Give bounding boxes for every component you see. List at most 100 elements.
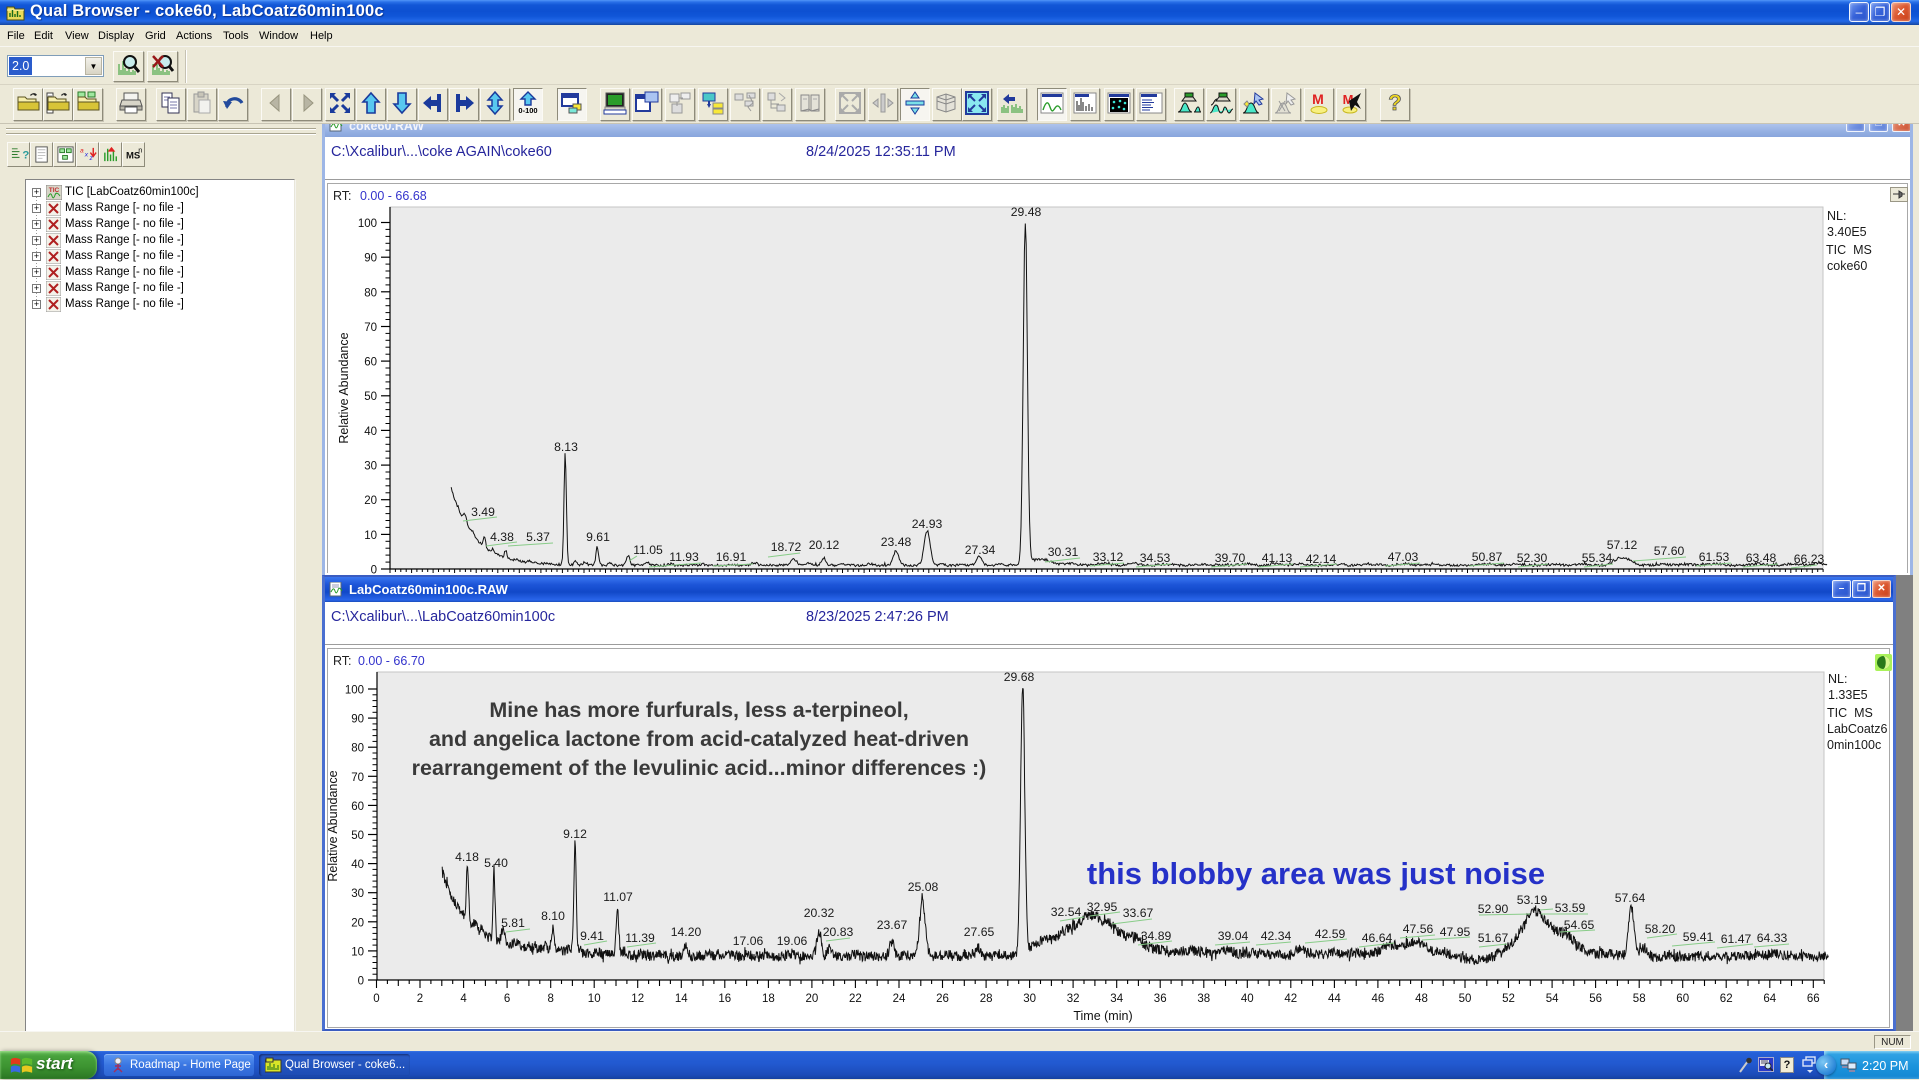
svg-text:a: a — [80, 148, 84, 155]
svg-text:40: 40 — [364, 426, 377, 438]
svg-text:6: 6 — [504, 993, 510, 1005]
svg-text:47.95: 47.95 — [1440, 925, 1471, 939]
svg-text:27.65: 27.65 — [964, 925, 995, 939]
svg-text:41.13: 41.13 — [1262, 551, 1293, 565]
svg-text:36: 36 — [1154, 993, 1167, 1005]
svg-text:0: 0 — [358, 976, 364, 988]
svg-text:24: 24 — [893, 993, 906, 1005]
svg-text:20.32: 20.32 — [804, 906, 835, 920]
svg-text:33.67: 33.67 — [1123, 906, 1154, 920]
svg-text:?: ? — [22, 149, 29, 161]
svg-text:18.72: 18.72 — [771, 540, 802, 554]
svg-text:30: 30 — [351, 888, 364, 900]
svg-text:n: n — [138, 146, 142, 155]
svg-text:TIC MS: TIC MS — [1827, 706, 1873, 720]
svg-text:1.33E5: 1.33E5 — [1828, 688, 1868, 702]
svg-text:29.48: 29.48 — [1011, 205, 1042, 219]
svg-text:0.00 - 66.70: 0.00 - 66.70 — [358, 654, 425, 668]
svg-text:55.34: 55.34 — [1582, 551, 1613, 565]
svg-text:11.39: 11.39 — [625, 931, 655, 945]
svg-text:M: M — [1312, 91, 1324, 107]
svg-text:8: 8 — [547, 993, 553, 1005]
svg-text:4.38: 4.38 — [490, 530, 514, 544]
svg-text:RT:: RT: — [333, 189, 352, 203]
svg-text:58: 58 — [1633, 993, 1646, 1005]
svg-text:?: ? — [1388, 91, 1401, 115]
svg-text:39.04: 39.04 — [1218, 929, 1249, 943]
svg-text:NL:: NL: — [1828, 672, 1847, 686]
svg-text:32.95: 32.95 — [1087, 900, 1118, 914]
svg-text:57.12: 57.12 — [1607, 538, 1638, 552]
svg-text:34.53: 34.53 — [1140, 551, 1171, 565]
svg-text:Mine has more furfurals, less: Mine has more furfurals, less a-terpineo… — [489, 698, 908, 722]
svg-text:5.37: 5.37 — [526, 530, 550, 544]
svg-text:this blobby area was just nois: this blobby area was just noise — [1087, 856, 1545, 891]
svg-text:61.47: 61.47 — [1721, 932, 1752, 946]
svg-text:11.05: 11.05 — [633, 543, 663, 557]
svg-text:100: 100 — [358, 218, 377, 230]
svg-text:57.64: 57.64 — [1615, 891, 1646, 905]
svg-text:coke60: coke60 — [1827, 259, 1867, 273]
svg-text:4: 4 — [460, 993, 467, 1005]
svg-text:26: 26 — [936, 993, 949, 1005]
svg-text:9.61: 9.61 — [586, 530, 610, 544]
svg-text:LabCoatz6: LabCoatz6 — [1827, 722, 1888, 736]
svg-text:8.13: 8.13 — [554, 440, 578, 454]
svg-text:30.31: 30.31 — [1048, 545, 1079, 559]
svg-text:0.00 - 66.68: 0.00 - 66.68 — [360, 189, 427, 203]
svg-text:59.41: 59.41 — [1683, 930, 1714, 944]
svg-text:63.48: 63.48 — [1746, 551, 1777, 565]
svg-text:28: 28 — [980, 993, 993, 1005]
svg-text:60: 60 — [1676, 993, 1689, 1005]
svg-text:10: 10 — [351, 946, 364, 958]
svg-text:Time (min): Time (min) — [1073, 1009, 1132, 1023]
svg-text:23.48: 23.48 — [881, 535, 912, 549]
svg-text:54.65: 54.65 — [1564, 918, 1595, 932]
svg-text:8.10: 8.10 — [541, 909, 565, 923]
svg-text:90: 90 — [351, 714, 364, 726]
svg-text:11.07: 11.07 — [603, 890, 633, 904]
svg-text:0-100: 0-100 — [518, 106, 537, 115]
svg-text:22: 22 — [849, 993, 862, 1005]
svg-text:80: 80 — [351, 743, 364, 755]
svg-text:x: x — [84, 151, 89, 158]
svg-text:50: 50 — [351, 830, 364, 842]
svg-text:and angelica lactone from acid: and angelica lactone from acid-catalyzed… — [429, 727, 969, 751]
svg-text:57.60: 57.60 — [1654, 544, 1685, 558]
svg-text:52.90: 52.90 — [1478, 902, 1509, 916]
svg-text:38: 38 — [1197, 993, 1210, 1005]
svg-text:32.54: 32.54 — [1051, 905, 1082, 919]
svg-text:27.34: 27.34 — [965, 543, 996, 557]
svg-text:61.53: 61.53 — [1699, 550, 1730, 564]
svg-text:9.41: 9.41 — [580, 929, 604, 943]
svg-text:32: 32 — [1067, 993, 1080, 1005]
svg-text:5.81: 5.81 — [501, 916, 525, 930]
svg-text:39.70: 39.70 — [1215, 551, 1246, 565]
svg-text:40: 40 — [1241, 993, 1254, 1005]
svg-text:60: 60 — [364, 357, 377, 369]
svg-text:2: 2 — [417, 993, 423, 1005]
svg-text:44: 44 — [1328, 993, 1341, 1005]
svg-text:52.30: 52.30 — [1517, 551, 1548, 565]
svg-text:20: 20 — [364, 495, 377, 507]
svg-text:50: 50 — [364, 391, 377, 403]
svg-text:47.03: 47.03 — [1388, 550, 1419, 564]
svg-text:58.20: 58.20 — [1645, 922, 1676, 936]
svg-text:25.08: 25.08 — [908, 880, 939, 894]
svg-text:62: 62 — [1720, 993, 1733, 1005]
svg-text:20: 20 — [806, 993, 819, 1005]
svg-text:46.64: 46.64 — [1362, 931, 1393, 945]
svg-text:48: 48 — [1415, 993, 1428, 1005]
svg-text:16: 16 — [718, 993, 731, 1005]
svg-text:90: 90 — [364, 253, 377, 265]
svg-text:0min100c: 0min100c — [1827, 738, 1881, 752]
svg-text:20.12: 20.12 — [809, 538, 840, 552]
svg-text:34: 34 — [1110, 993, 1123, 1005]
svg-text:42: 42 — [1284, 993, 1297, 1005]
svg-text:53.19: 53.19 — [1517, 893, 1548, 907]
svg-text:TIC MS: TIC MS — [1826, 243, 1872, 257]
svg-text:0: 0 — [371, 565, 377, 576]
svg-text:Relative Abundance: Relative Abundance — [326, 770, 340, 881]
svg-text:51.67: 51.67 — [1478, 931, 1509, 945]
svg-text:3.49: 3.49 — [471, 505, 495, 519]
